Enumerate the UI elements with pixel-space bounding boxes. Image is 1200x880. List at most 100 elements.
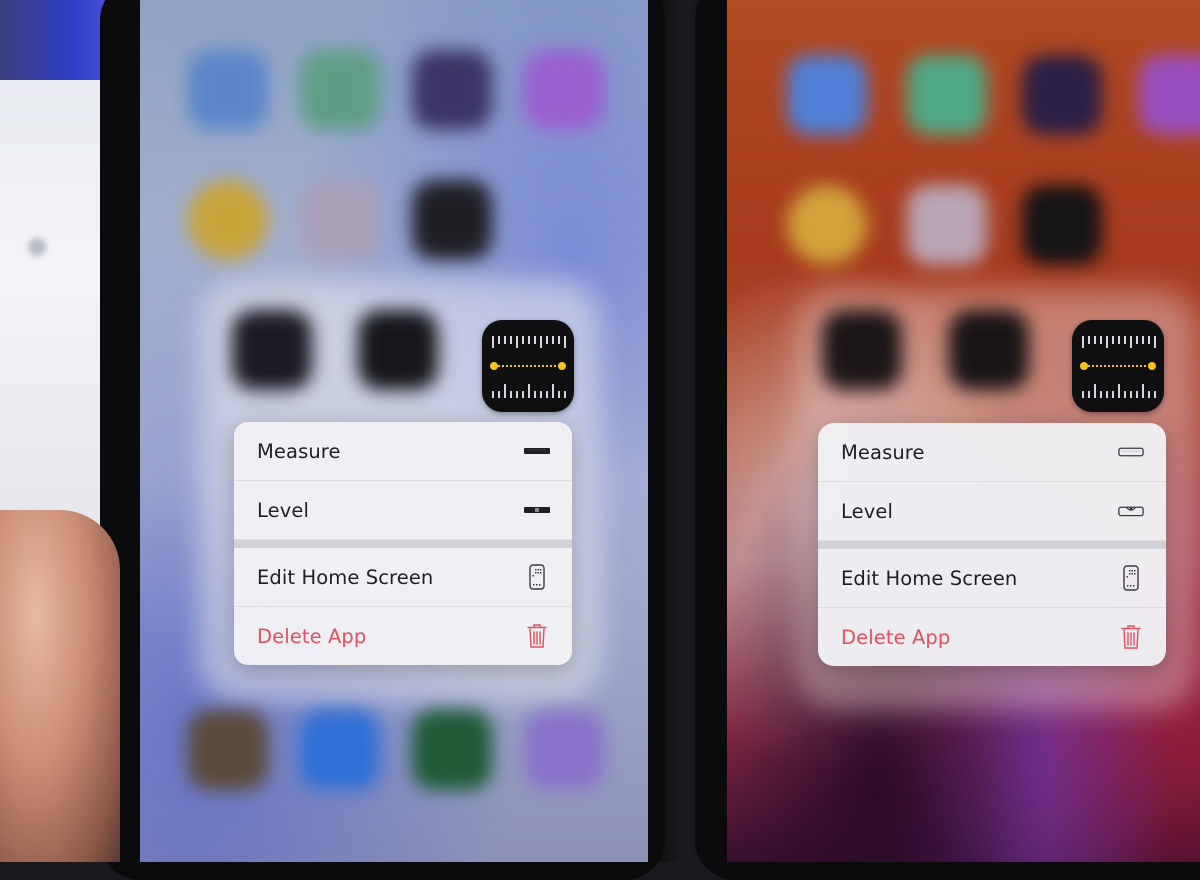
blurred-app-icon [907,185,987,265]
blurred-app-icon [1022,185,1102,265]
blurred-app-icon [188,180,268,260]
menu-item-label: Level [257,498,309,522]
trash-icon [524,623,550,649]
ruler-tick [1082,391,1084,398]
menu-item-measure[interactable]: Measure [234,422,572,481]
menu-item-measure[interactable]: Measure [818,423,1166,482]
ruler-tick [558,391,560,398]
menu-item-label: Delete App [841,625,951,649]
blurred-app-icon [1139,55,1200,135]
ruler-tick [1100,336,1102,344]
ruler-tick [1082,336,1084,348]
ruler-tick [1112,336,1114,344]
ruler-filled-icon [524,438,550,464]
ruler-tick [1142,384,1144,398]
ruler-tick [516,391,518,398]
measure-ruler-icon [490,336,566,398]
ruler-tick [1148,391,1150,398]
ruler-tick [510,336,512,344]
phone-apps-icon [524,564,550,590]
ruler-tick [546,391,548,398]
menu-item-label: Edit Home Screen [841,566,1018,590]
ruler-tick [1124,336,1126,344]
ruler-tick [528,384,530,398]
menu-item-level[interactable]: Level [234,481,572,540]
ruler-tick [504,384,506,398]
menu-group-separator [818,541,1166,549]
blurred-app-icon [787,55,867,135]
blurred-app-icon [188,50,268,130]
blurred-app-icon [1022,55,1102,135]
blurred-app-icon [412,180,492,260]
blurred-app-icon [787,185,867,265]
ruler-tick [1112,391,1114,398]
ruler-tick [492,336,494,348]
ruler-tick [1142,336,1144,344]
ruler-tick [1136,336,1138,344]
level-outline-icon [1118,498,1144,524]
ruler-tick [540,336,542,348]
menu-item-delete-app[interactable]: Delete App [234,607,572,665]
ruler-tick [1154,391,1156,398]
ruler-tick [1118,384,1120,398]
ruler-tick [540,391,542,398]
phone-apps-icon [1118,565,1144,591]
ruler-tick [1106,336,1108,348]
ruler-tick [498,391,500,398]
ruler-tick [522,336,524,344]
blurred-app-icon [300,50,380,130]
blurred-app-icon [822,310,902,390]
blurred-app-icon [300,180,380,260]
ruler-tick [528,336,530,344]
ruler-tick [1094,384,1096,398]
menu-item-label: Measure [841,440,925,464]
ruler-tick [498,336,500,344]
ruler-tick [492,391,494,398]
menu-item-label: Level [841,499,893,523]
menu-item-edit-home-screen[interactable]: Edit Home Screen [818,549,1166,608]
measure-app-icon[interactable] [1072,320,1164,412]
ruler-tick [564,336,566,348]
ruler-tick [1118,336,1120,344]
blurred-app-icon [949,310,1029,390]
measure-app-icon[interactable] [482,320,574,412]
context-menu-right: Measure Level Edit Home Screen Delete Ap… [818,423,1166,666]
ruler-tick [1124,391,1126,398]
ruler-tick [564,391,566,398]
menu-item-edit-home-screen[interactable]: Edit Home Screen [234,548,572,607]
ruler-tick [1154,336,1156,348]
ruler-tick [534,336,536,344]
menu-item-label: Measure [257,439,341,463]
ruler-tick [1100,391,1102,398]
blurred-app-icon [524,710,604,790]
ruler-tick [522,391,524,398]
ruler-tick [1094,336,1096,344]
blurred-app-icon [412,50,492,130]
ruler-tick [1148,336,1150,344]
ruler-tick [1106,391,1108,398]
ruler-tick [510,391,512,398]
photo-scene: Measure Level Edit Home Screen Delete Ap… [0,0,1200,880]
ruler-tick [534,391,536,398]
apple-logo-icon [28,238,46,256]
blurred-app-icon [300,710,380,790]
blurred-app-icon [232,310,312,390]
menu-item-level[interactable]: Level [818,482,1166,541]
ruler-tick [1136,391,1138,398]
ruler-tick [516,336,518,348]
measure-endpoint [558,362,566,370]
ruler-tick [1088,391,1090,398]
ruler-tick [546,336,548,344]
ruler-tick [1088,336,1090,344]
blurred-app-icon [358,310,438,390]
blurred-app-icon [524,50,604,130]
menu-item-delete-app[interactable]: Delete App [818,608,1166,666]
ruler-tick [1130,336,1132,348]
blurred-app-icon [907,55,987,135]
measure-ruler-icon [1080,336,1156,398]
measure-endpoint [1080,362,1088,370]
menu-item-label: Edit Home Screen [257,565,434,589]
blurred-app-icon [412,710,492,790]
measure-endpoint [490,362,498,370]
blurred-app-icon [188,710,268,790]
